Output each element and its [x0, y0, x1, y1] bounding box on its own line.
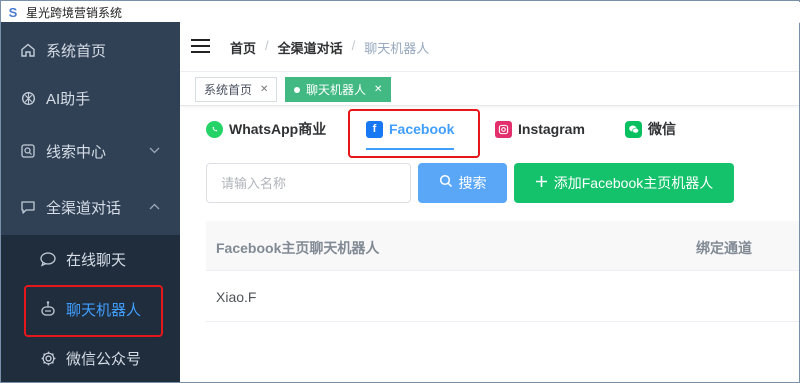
table-row[interactable]: Xiao.F [206, 271, 799, 322]
breadcrumb-omnichannel[interactable]: 全渠道对话 [278, 38, 343, 57]
search-button[interactable]: 搜索 [418, 163, 507, 203]
search-icon [19, 142, 37, 160]
column-header-channel: 绑定通道 [696, 240, 752, 256]
submenu-item-label: 在线聊天 [66, 251, 127, 269]
cell-bot-name: Xiao.F [216, 289, 257, 305]
sidebar-item-label: 线索中心 [46, 143, 107, 161]
home-icon [19, 41, 37, 59]
column-header-bot-name: Facebook主页聊天机器人 [216, 240, 380, 256]
hamburger-icon[interactable] [191, 39, 210, 54]
whatsapp-icon [206, 120, 223, 138]
sidebar-item-label: AI助手 [46, 90, 91, 108]
tab-label: WhatsApp商业 [229, 121, 327, 137]
submenu-item-online-chat[interactable]: 在线聊天 [1, 235, 180, 283]
chat-bubble-icon [39, 250, 57, 268]
sidebar-item-ai-assistant[interactable]: AI助手 [1, 70, 180, 126]
breadcrumb-separator: / [265, 38, 269, 53]
main-content: 首页 / 全渠道对话 / 聊天机器人 系统首页 ✕ 聊天机器人 ✕ WhatsA… [180, 22, 799, 382]
chat-icon [19, 198, 37, 216]
openai-icon [19, 89, 37, 107]
search-button-label: 搜索 [458, 175, 487, 191]
breadcrumb-separator: / [351, 38, 356, 53]
search-input[interactable] [206, 163, 411, 203]
submenu-item-wechat-official[interactable]: 微信公众号 [1, 334, 180, 382]
tab-instagram[interactable]: Instagram [495, 118, 585, 140]
plus-icon [535, 175, 548, 192]
tab-whatsapp[interactable]: WhatsApp商业 [206, 118, 326, 140]
tab-label: Instagram [518, 121, 585, 137]
tab-label: 微信 [648, 121, 676, 137]
close-icon[interactable]: ✕ [374, 84, 382, 95]
gear-icon [39, 349, 57, 367]
instagram-icon [495, 120, 512, 138]
tag-label: 聊天机器人 [306, 83, 367, 97]
add-button-label: 添加Facebook主页机器人 [553, 175, 714, 191]
channel-tabs: WhatsApp商业 f Facebook Instagram 微信 [180, 106, 799, 152]
highlight-box-facebook [348, 109, 480, 158]
breadcrumb-current: 聊天机器人 [364, 41, 430, 56]
breadcrumb: 首页 / 全渠道对话 / 聊天机器人 [230, 38, 429, 57]
chevron-down-icon [149, 145, 160, 157]
close-icon[interactable]: ✕ [260, 84, 268, 95]
tab-wechat[interactable]: 微信 [625, 118, 676, 140]
submenu-item-label: 微信公众号 [66, 350, 142, 368]
table-header: Facebook主页聊天机器人 绑定通道 [206, 221, 799, 271]
breadcrumb-home[interactable]: 首页 [230, 38, 256, 57]
search-icon [439, 174, 453, 192]
chevron-up-icon [149, 201, 160, 213]
wechat-icon [625, 120, 642, 138]
app-logo-icon: S [8, 4, 18, 20]
highlight-box-chatbot [24, 285, 163, 337]
sidebar-item-label: 系统首页 [46, 42, 107, 60]
tags-view: 系统首页 ✕ 聊天机器人 ✕ [180, 72, 799, 106]
sidebar-item-omnichannel[interactable]: 全渠道对话 [1, 179, 180, 235]
app-title: 星光跨境营销系统 [26, 5, 123, 20]
sidebar-item-label: 全渠道对话 [46, 199, 122, 217]
tag-home[interactable]: 系统首页 ✕ [195, 77, 278, 102]
active-dot-icon [294, 86, 300, 93]
navbar: 首页 / 全渠道对话 / 聊天机器人 [180, 22, 799, 72]
add-facebook-bot-button[interactable]: 添加Facebook主页机器人 [514, 163, 734, 203]
title-bar: S 星光跨境营销系统 [2, 2, 800, 23]
tag-chatbot[interactable]: 聊天机器人 ✕ [285, 77, 392, 102]
tag-label: 系统首页 [204, 83, 253, 97]
sidebar-item-leads[interactable]: 线索中心 [1, 123, 180, 179]
